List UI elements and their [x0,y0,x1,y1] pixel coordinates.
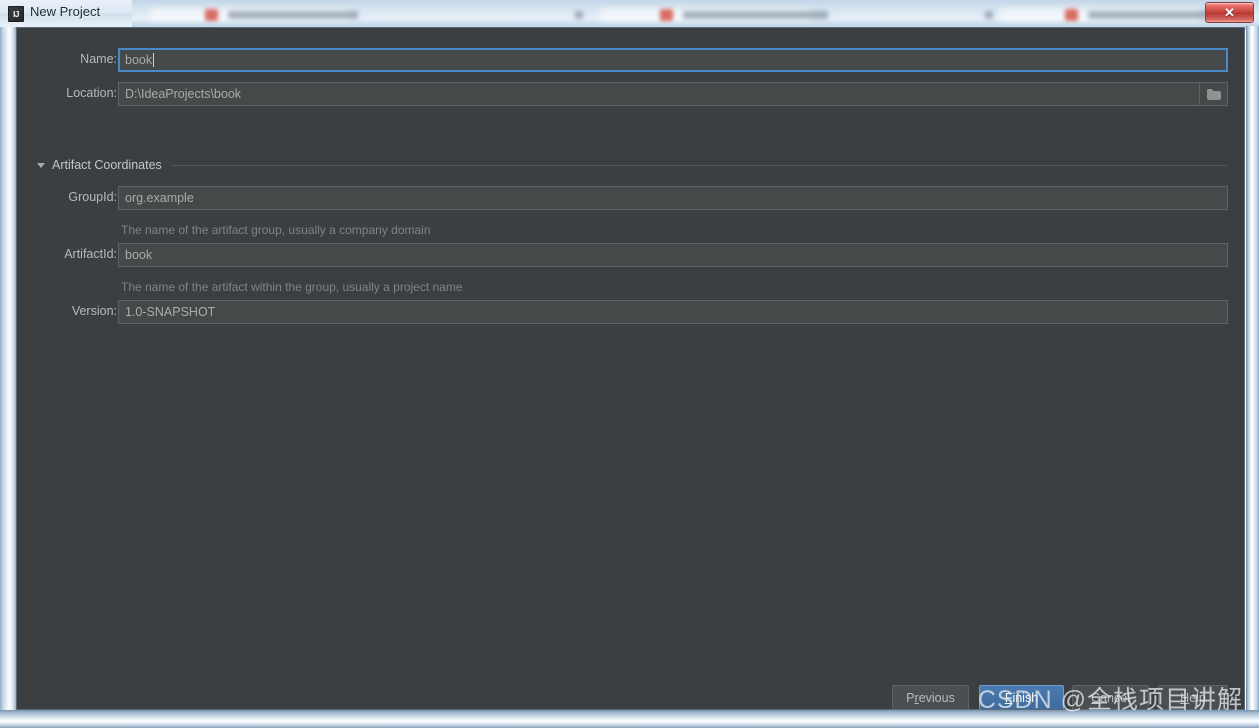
version-input[interactable]: 1.0-SNAPSHOT [118,300,1228,324]
version-row: Version: 1.0-SNAPSHOT [17,300,1244,324]
finish-button[interactable]: Finish [979,685,1064,709]
artifact-coordinates-title: Artifact Coordinates [52,158,162,172]
location-input-value: D:\IdeaProjects\book [125,87,242,101]
location-row: Location: D:\IdeaProjects\book [17,82,1244,106]
location-input[interactable]: D:\IdeaProjects\book [118,82,1200,106]
artifactid-row: ArtifactId: book [17,243,1244,267]
finish-button-mnemonic: F [1004,691,1013,705]
name-label: Name: [80,52,117,66]
help-button-label: elp [1189,691,1206,705]
name-input[interactable]: book [118,48,1228,72]
cancel-button[interactable]: Cancel [1072,685,1149,709]
window-title: New Project [30,4,101,19]
groupid-hint: The name of the artifact group, usually … [121,223,431,237]
name-input-value: book [125,53,153,67]
groupid-label: GroupId: [68,190,117,204]
section-divider [170,164,1227,166]
groupid-input[interactable]: org.example [118,186,1228,210]
previous-button[interactable]: Pr evious [892,685,969,709]
artifactid-label: ArtifactId: [64,247,117,261]
close-button[interactable]: ✕ [1205,2,1254,23]
help-button[interactable]: Help [1158,685,1228,709]
help-button-mnemonic: H [1180,691,1190,705]
groupid-row: GroupId: org.example [17,186,1244,210]
previous-button-label: P [906,691,915,705]
title-bar[interactable]: IJ New Project ✕ [0,0,1259,27]
name-row: Name: book [17,48,1244,72]
artifactid-hint: The name of the artifact within the grou… [121,280,463,294]
finish-button-label: inish [1012,691,1039,705]
intellij-idea-icon: IJ [8,6,24,22]
cancel-button-label: ancel [1100,691,1130,705]
previous-button-label-rest: evious [918,691,955,705]
dialog-content: Name: book Location: D:\IdeaProjects\boo… [17,28,1244,709]
artifactid-input[interactable]: book [118,243,1228,267]
text-caret [153,53,155,67]
version-input-value: 1.0-SNAPSHOT [125,305,216,319]
triangle-down-icon[interactable] [37,162,45,168]
close-icon: ✕ [1224,5,1235,20]
version-label: Version: [71,304,117,318]
new-project-dialog: IJ New Project ✕ Name: book Location: D:… [0,0,1259,728]
browse-location-button[interactable] [1200,82,1228,106]
cancel-button-mnemonic: C [1091,691,1101,705]
window-frame-right [1246,26,1259,728]
artifactid-input-value: book [125,248,153,262]
folder-icon [1206,88,1221,100]
window-frame-bottom [0,710,1259,728]
location-label: Location: [66,86,117,100]
window-frame-left [0,26,18,728]
groupid-input-value: org.example [125,191,194,205]
artifact-coordinates-section-header[interactable]: Artifact Coordinates [37,156,1227,174]
